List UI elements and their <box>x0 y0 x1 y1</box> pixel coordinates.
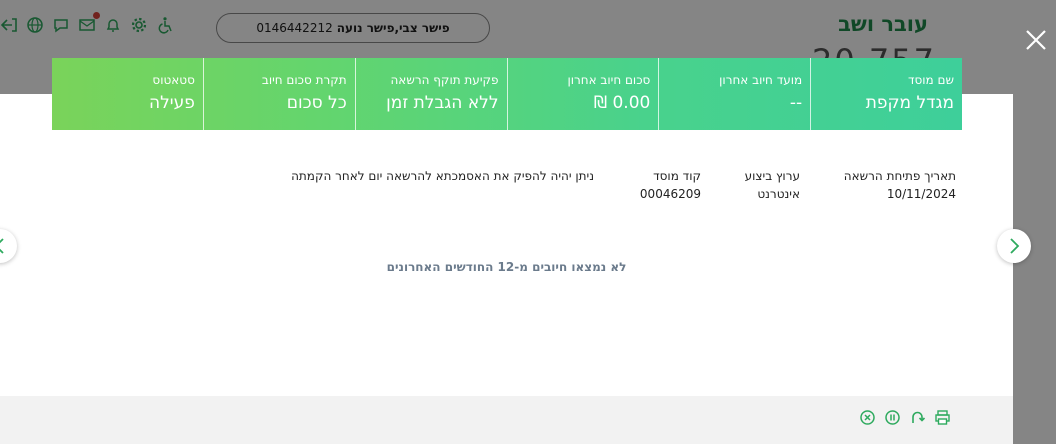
detail-value: 00046209 <box>639 187 701 201</box>
header-label: שם מוסד <box>907 73 954 87</box>
detail-note-text: ניתן יהיה להפיק את האסמכתא להרשאה יום לא… <box>291 169 594 183</box>
close-modal-button[interactable] <box>1022 26 1050 54</box>
undo-icon[interactable] <box>909 409 926 426</box>
summary-header: שם מוסד מגדל מקפת מועד חיוב אחרון -- סכו… <box>52 58 962 130</box>
pause-icon[interactable] <box>884 409 901 426</box>
detail-institution-code: קוד מוסד 00046209 <box>640 167 701 203</box>
modal-footer <box>0 396 1013 444</box>
header-cell-expiration: פקיעת תוקף הרשאה ללא הגבלת זמן <box>354 58 507 130</box>
header-value: מגדל מקפת <box>865 93 954 113</box>
header-cell-last-charge-amount: סכום חיוב אחרון 0.00 ₪ <box>506 58 659 130</box>
detail-open-date: תאריך פתיחת הרשאה 10/11/2024 <box>844 167 956 203</box>
header-value: פעילה <box>149 93 195 113</box>
header-cell-charge-limit: תקרת סכום חיוב כל סכום <box>202 58 355 130</box>
next-arrow-button[interactable] <box>997 229 1031 263</box>
header-label: סכום חיוב אחרון <box>567 73 651 87</box>
print-icon[interactable] <box>934 409 951 426</box>
header-value: 0.00 ₪ <box>593 93 651 113</box>
chevron-right-icon <box>1010 238 1020 254</box>
chevron-left-icon <box>0 238 4 254</box>
header-label: פקיעת תוקף הרשאה <box>390 73 499 87</box>
detail-value: אינטרנט <box>757 187 800 201</box>
header-cell-status: סטאטוס פעילה <box>52 58 203 130</box>
empty-charges-message: לא נמצאו חיובים מ-12 החודשים האחרונים <box>386 260 627 274</box>
header-cell-last-charge-date: מועד חיוב אחרון -- <box>658 58 810 130</box>
detail-note: ניתן יהיה להפיק את האסמכתא להרשאה יום לא… <box>291 167 594 185</box>
header-value: כל סכום <box>286 93 347 113</box>
detail-value: 10/11/2024 <box>886 187 956 201</box>
footer-actions <box>859 409 951 426</box>
cancel-icon[interactable] <box>859 409 876 426</box>
detail-label: קוד מוסד <box>653 169 701 183</box>
detail-label: תאריך פתיחת הרשאה <box>843 169 956 183</box>
header-cell-institution: שם מוסד מגדל מקפת <box>810 58 962 130</box>
header-label: מועד חיוב אחרון <box>719 73 803 87</box>
detail-label: ערוץ ביצוע <box>744 169 800 183</box>
header-label: תקרת סכום חיוב <box>261 73 347 87</box>
header-value: ללא הגבלת זמן <box>386 93 499 113</box>
header-label: סטאטוס <box>152 73 195 87</box>
header-value: -- <box>789 93 803 113</box>
detail-channel: ערוץ ביצוע אינטרנט <box>745 167 800 203</box>
